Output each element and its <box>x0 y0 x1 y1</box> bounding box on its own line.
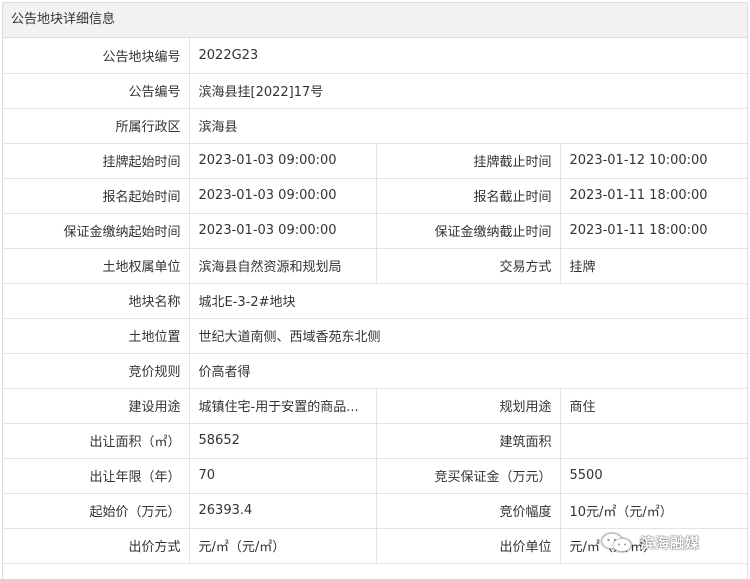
field-label: 公告地块编号 <box>3 38 190 74</box>
table-row: 竞价规则 价高者得 <box>3 352 747 389</box>
field-value: 58652 <box>188 422 377 459</box>
table-row: 地块名称 城北E-3-2#地块 <box>3 282 747 319</box>
table-row: 公告编号 滨海县挂[2022]17号 <box>3 72 747 109</box>
table-row: 所属行政区 滨海县 <box>3 107 747 144</box>
table-row: 公告地块编号 2022G23 <box>3 38 747 74</box>
field-value: 5500 <box>559 457 747 494</box>
table-row: 保证金缴纳起始时间 2023-01-03 09:00:00 保证金缴纳截止时间 202… <box>3 212 747 249</box>
field-label: 出让面积（㎡） <box>3 422 190 459</box>
field-label: 地块名称 <box>3 282 190 319</box>
field-value: 2023-01-11 18:00:00 <box>559 177 747 214</box>
field-label: 出价方式 <box>3 527 190 564</box>
table-row: 土地权属单位 滨海县自然资源和规划局 交易方式 挂牌 <box>3 247 747 284</box>
panel-title: 公告地块详细信息 <box>3 3 747 38</box>
field-label: 挂牌起始时间 <box>3 142 190 179</box>
field-label: 竞价规则 <box>3 352 190 389</box>
field-label: 竞价幅度 <box>375 492 561 529</box>
field-value: 2023-01-03 09:00:00 <box>188 212 377 249</box>
watermark: 滨海融媒 <box>600 531 700 555</box>
watermark-text: 滨海融媒 <box>640 536 700 552</box>
field-value: 价高者得 <box>188 352 747 389</box>
field-label: 保证金缴纳截止时间 <box>375 212 561 249</box>
field-label: 报名截止时间 <box>375 177 561 214</box>
table-row: 挂牌起始时间 2023-01-03 09:00:00 挂牌截止时间 2023-01-1… <box>3 142 747 179</box>
field-value: 元/㎡（元/㎡） <box>188 527 377 564</box>
field-value: 10元/㎡（元/㎡） <box>559 492 747 529</box>
field-value: 滨海县自然资源和规划局 <box>188 247 377 284</box>
field-label: 公告编号 <box>3 72 190 109</box>
field-label: 起始价（万元） <box>3 492 190 529</box>
field-label: 规划用途 <box>375 387 561 424</box>
field-value: 城北E-3-2#地块 <box>188 282 747 319</box>
field-value: 2023-01-11 18:00:00 <box>559 212 747 249</box>
table-row: 报名起始时间 2023-01-03 09:00:00 报名截止时间 2023-01-1… <box>3 177 747 214</box>
plot-detail-panel: 公告地块详细信息 公告地块编号 2022G23 公告编号 滨海县挂[2022]17号所… <box>2 2 748 579</box>
field-label: 所属行政区 <box>3 107 190 144</box>
field-label: 土地位置 <box>3 317 190 354</box>
field-value: 2023-01-12 10:00:00 <box>559 142 747 179</box>
field-value: 滨海县 <box>188 107 747 144</box>
field-label: 保证金缴纳起始时间 <box>3 212 190 249</box>
plot-info-table: 公告地块编号 2022G23 公告编号 滨海县挂[2022]17号 所属行政区 滨海县 挂牌… <box>3 38 747 564</box>
field-value: 2023-01-03 09:00:00 <box>188 142 377 179</box>
wechat-icon <box>601 533 632 552</box>
field-label: 挂牌截止时间 <box>375 142 561 179</box>
field-value: 挂牌 <box>559 247 747 284</box>
field-label: 交易方式 <box>375 247 561 284</box>
table-row: 出让年限（年） 70 竞买保证金（万元） 5500 <box>3 457 747 494</box>
field-value <box>559 422 747 459</box>
field-value: 70 <box>188 457 377 494</box>
field-value: 26393.4 <box>188 492 377 529</box>
field-label: 出让年限（年） <box>3 457 190 494</box>
field-value: 城镇住宅-用于安置的商品... <box>188 387 377 424</box>
field-value: 2022G23 <box>188 38 747 74</box>
table-row: 土地位置 世纪大道南侧、西域香苑东北侧 <box>3 317 747 354</box>
field-value: 商住 <box>559 387 747 424</box>
field-value: 滨海县挂[2022]17号 <box>188 72 747 109</box>
field-value: 2023-01-03 09:00:00 <box>188 177 377 214</box>
table-row: 起始价（万元） 26393.4 竞价幅度 10元/㎡（元/㎡） <box>3 492 747 529</box>
field-label: 报名起始时间 <box>3 177 190 214</box>
field-label: 出价单位 <box>375 527 561 564</box>
field-label: 竞买保证金（万元） <box>375 457 561 494</box>
field-label: 建筑面积 <box>375 422 561 459</box>
table-row: 出让面积（㎡） 58652 建筑面积 <box>3 422 747 459</box>
field-label: 土地权属单位 <box>3 247 190 284</box>
table-row: 建设用途 城镇住宅-用于安置的商品... 规划用途 商住 <box>3 387 747 424</box>
field-label: 建设用途 <box>3 387 190 424</box>
field-value: 世纪大道南侧、西域香苑东北侧 <box>188 317 747 354</box>
